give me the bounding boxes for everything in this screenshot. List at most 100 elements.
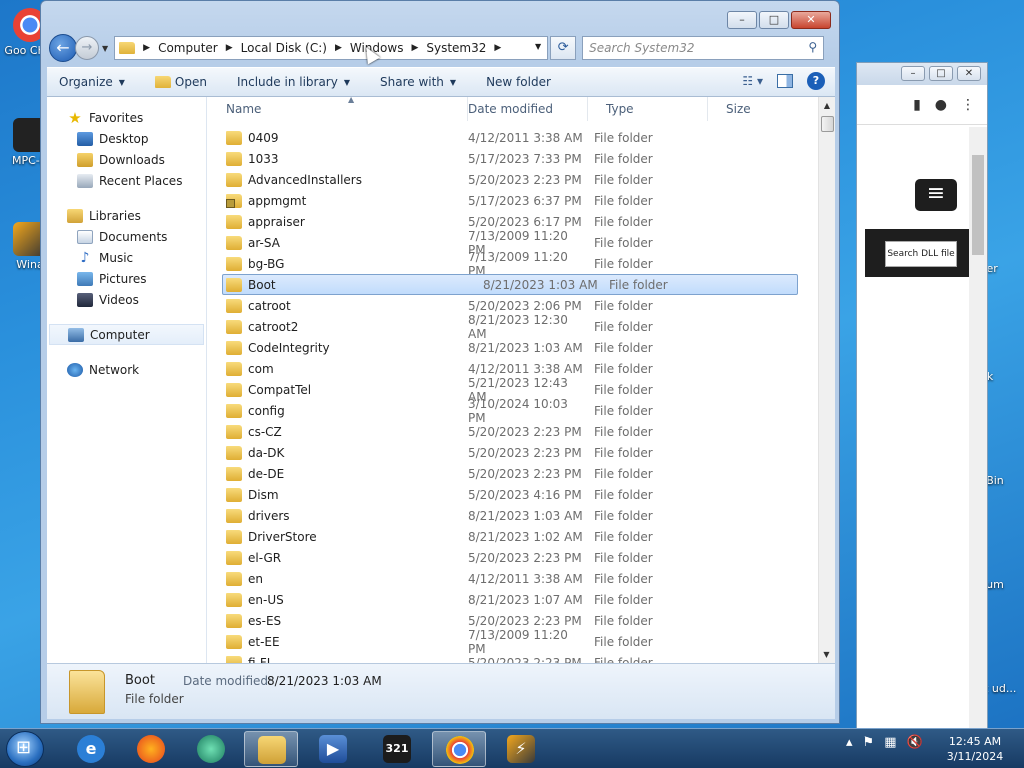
column-header-date[interactable]: Date modified (468, 97, 588, 121)
action-center-flag-icon[interactable]: ⚑ (863, 735, 875, 750)
column-header-name[interactable]: Name (208, 97, 468, 121)
address-bar[interactable]: ▶ Computer ▶ Local Disk (C:) ▶ Windows ▶… (114, 36, 549, 60)
file-row[interactable]: da-DK 5/20/2023 2:23 PM File folder (208, 442, 818, 463)
nav-favorites[interactable]: ★ Favorites (47, 107, 206, 128)
taskbar-firefox[interactable] (124, 731, 178, 767)
taskbar-internet-explorer[interactable]: e (64, 731, 118, 767)
maximize-button[interactable]: □ (929, 66, 953, 81)
column-header-type[interactable]: Type (588, 97, 708, 121)
nav-computer[interactable]: Computer (49, 324, 204, 345)
file-list-scrollbar[interactable]: ▲ ▼ (818, 97, 835, 663)
file-name-cell: CompatTel (208, 382, 468, 397)
organize-button[interactable]: Organize ▼ (59, 75, 125, 89)
scroll-up-icon[interactable]: ▲ (819, 97, 835, 114)
file-row[interactable]: DriverStore 8/21/2023 1:02 AM File folder (208, 526, 818, 547)
nav-recent-places[interactable]: Recent Places (47, 170, 206, 191)
hamburger-menu-icon[interactable]: ≡ (915, 179, 957, 211)
taskbar-green-app[interactable] (184, 731, 238, 767)
file-row[interactable]: 0409 4/12/2011 3:38 AM File folder (208, 127, 818, 148)
file-row[interactable]: en 4/12/2011 3:38 AM File folder (208, 568, 818, 589)
minimize-button[interactable]: – (901, 66, 925, 81)
chevron-right-icon[interactable]: ▶ (335, 43, 342, 53)
back-button[interactable]: ← (49, 34, 77, 62)
nav-libraries[interactable]: Libraries (47, 205, 206, 226)
clock[interactable]: 12:45 AM 3/11/2024 (938, 734, 1012, 764)
file-row[interactable]: Dism 5/20/2023 4:16 PM File folder (208, 484, 818, 505)
minimize-button[interactable]: – (727, 11, 757, 29)
search-dll-button[interactable]: Search DLL file (885, 241, 957, 267)
file-row[interactable]: drivers 8/21/2023 1:03 AM File folder (208, 505, 818, 526)
breadcrumb-computer[interactable]: Computer (158, 41, 218, 55)
include-in-library-button[interactable]: Include in library ▼ (237, 75, 350, 89)
help-icon[interactable]: ? (807, 72, 825, 90)
file-row[interactable]: el-GR 5/20/2023 2:23 PM File folder (208, 547, 818, 568)
column-header-size[interactable]: Size (708, 97, 788, 121)
file-row[interactable]: CodeIntegrity 8/21/2023 1:03 AM File folde… (208, 337, 818, 358)
share-with-button[interactable]: Share with ▼ (380, 75, 456, 89)
file-name-cell: fi-FI (208, 655, 468, 663)
view-options-icon[interactable]: ☷ ▾ (742, 74, 763, 88)
profile-icon[interactable]: ● (935, 97, 947, 113)
kebab-menu-icon[interactable]: ⋮ (961, 97, 975, 113)
file-row[interactable]: AdvancedInstallers 5/20/2023 2:23 PM File … (208, 169, 818, 190)
file-row[interactable]: de-DE 5/20/2023 2:23 PM File folder (208, 463, 818, 484)
sidepanel-icon[interactable]: ▮ (913, 97, 921, 113)
taskbar-windows-explorer[interactable] (244, 731, 298, 767)
file-date: 4/12/2011 3:38 AM (468, 361, 583, 376)
nav-pictures[interactable]: Pictures (47, 268, 206, 289)
chrome-scrollbar[interactable] (969, 127, 987, 735)
libraries-icon (67, 208, 83, 223)
scroll-down-icon[interactable]: ▼ (819, 646, 834, 663)
start-button[interactable] (6, 731, 44, 767)
file-row[interactable]: cs-CZ 5/20/2023 2:23 PM File folder (208, 421, 818, 442)
search-icon[interactable]: ⚲ (808, 40, 817, 54)
file-row[interactable]: et-EE 7/13/2009 11:20 PM File folder (208, 628, 818, 656)
new-folder-button[interactable]: New folder (486, 75, 551, 89)
nav-documents[interactable]: Documents (47, 226, 206, 247)
file-row[interactable]: fi-FI 5/20/2023 2:23 PM File folder (208, 652, 818, 663)
file-row[interactable]: 1033 5/17/2023 7:33 PM File folder (208, 148, 818, 169)
close-button[interactable]: ✕ (791, 11, 831, 29)
taskbar-winamp[interactable]: ⚡ (494, 731, 548, 767)
scrollbar-thumb[interactable] (821, 116, 834, 132)
file-row[interactable]: bg-BG 7/13/2009 11:20 PM File folder (208, 250, 818, 278)
nav-label: Libraries (89, 208, 141, 223)
file-row[interactable]: appmgmt 5/17/2023 6:37 PM File folder (208, 190, 818, 211)
breadcrumb-system32[interactable]: System32 (426, 41, 486, 55)
address-dropdown-icon[interactable]: ▼ (535, 42, 541, 51)
file-name-cell: catroot2 (208, 319, 468, 334)
nav-downloads[interactable]: Downloads (47, 149, 206, 170)
nav-desktop[interactable]: Desktop (47, 128, 206, 149)
show-hidden-icons-icon[interactable]: ▴ (846, 735, 853, 750)
nav-network[interactable]: Network (47, 359, 206, 380)
refresh-button[interactable]: ⟳ (550, 36, 577, 60)
file-row[interactable]: catroot2 8/21/2023 12:30 AM File folder (208, 313, 818, 341)
chevron-right-icon[interactable]: ▶ (494, 43, 501, 53)
network-tray-icon[interactable]: ▦ (884, 735, 896, 750)
file-row[interactable]: config 3/10/2024 10:03 PM File folder (208, 397, 818, 425)
file-row[interactable]: Boot 8/21/2023 1:03 AM File folder (222, 274, 798, 295)
nav-videos[interactable]: Videos (47, 289, 206, 310)
breadcrumb-local-disk[interactable]: Local Disk (C:) (241, 41, 327, 55)
file-name-cell: en-US (208, 592, 468, 607)
folder-icon (226, 403, 242, 418)
recent-pages-dropdown-icon[interactable]: ▼ (102, 44, 108, 53)
file-name: ar-SA (248, 235, 280, 250)
preview-pane-icon[interactable] (777, 74, 793, 88)
chevron-right-icon[interactable]: ▶ (143, 43, 150, 53)
open-button[interactable]: Open (154, 75, 207, 89)
nav-music[interactable]: ♪ Music (47, 247, 206, 268)
volume-muted-icon[interactable]: 🔇 (906, 735, 922, 750)
taskbar-chrome[interactable] (432, 731, 486, 767)
chevron-right-icon[interactable]: ▶ (411, 43, 418, 53)
taskbar-calendar-321[interactable]: 321 (370, 731, 424, 767)
forward-button[interactable]: → (75, 36, 99, 60)
search-input[interactable]: Search System32 ⚲ (582, 36, 825, 60)
internet-explorer-icon: e (77, 735, 105, 763)
close-button[interactable]: ✕ (957, 66, 981, 81)
taskbar-media-player[interactable]: ▶ (306, 731, 360, 767)
libraries-group: Libraries Documents ♪ Music Pictures Vide… (47, 205, 206, 310)
chevron-right-icon[interactable]: ▶ (226, 43, 233, 53)
file-row[interactable]: en-US 8/21/2023 1:07 AM File folder (208, 589, 818, 610)
maximize-button[interactable]: □ (759, 11, 789, 29)
